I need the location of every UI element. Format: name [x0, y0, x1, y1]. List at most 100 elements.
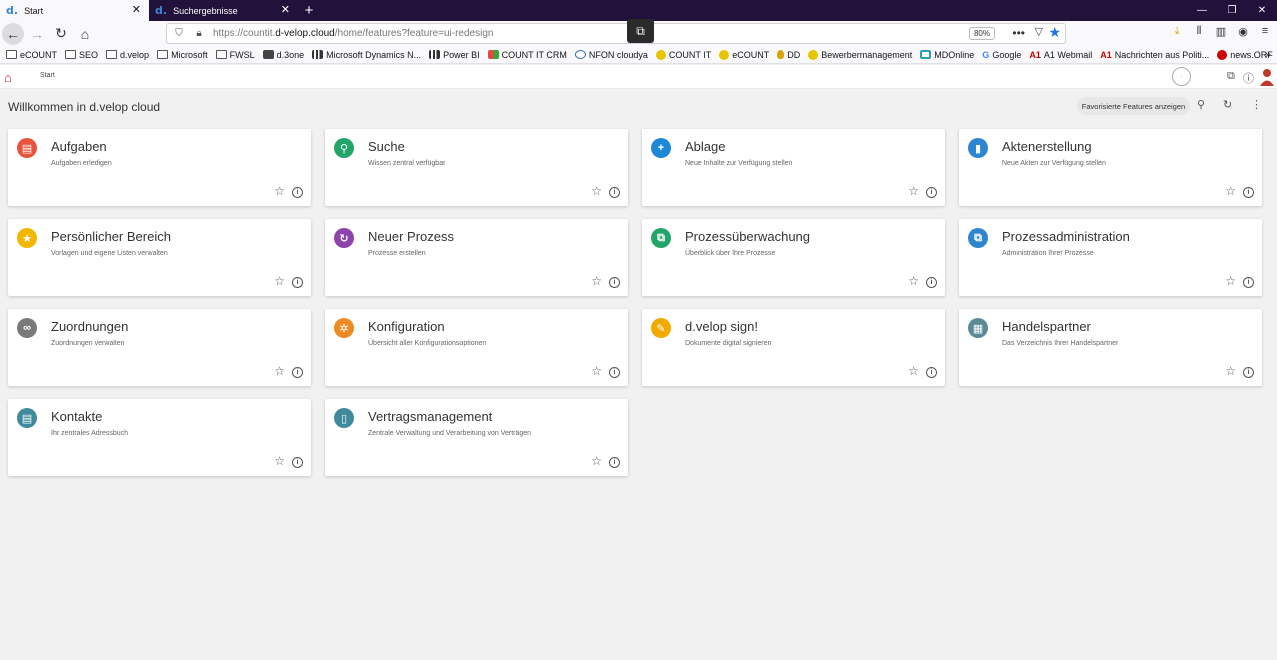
- bookmark-item[interactable]: COUNT IT CRM: [487, 50, 567, 60]
- bookmark-item[interactable]: Bewerbermanagement: [808, 49, 912, 60]
- forward-button[interactable]: →: [26, 23, 48, 45]
- chevron-right-icon[interactable]: »: [1265, 49, 1271, 61]
- bookmark-item[interactable]: FWSL: [215, 50, 255, 60]
- favorite-star-icon[interactable]: ☆: [908, 274, 919, 288]
- favorite-star-icon[interactable]: ☆: [591, 454, 602, 468]
- favorite-star-icon[interactable]: ☆: [274, 274, 285, 288]
- favorite-star-icon[interactable]: ☆: [1225, 274, 1236, 288]
- feature-card[interactable]: + Ablage Neue Inhalte zur Verfügung stelle…: [642, 129, 945, 206]
- favorite-star-icon[interactable]: ☆: [1225, 364, 1236, 378]
- favorite-star-icon[interactable]: ☆: [591, 364, 602, 378]
- feature-card[interactable]: ▯ Vertragsmanagement Zentrale Verwaltung u…: [325, 399, 628, 476]
- info-icon[interactable]: i: [609, 187, 620, 198]
- more-vertical-icon[interactable]: ⋮: [1251, 98, 1262, 111]
- feature-card[interactable]: ✲ Konfiguration Übersicht aller Konfigurat…: [325, 309, 628, 386]
- feature-card[interactable]: ✎ d.velop sign! Dokumente digital signiere…: [642, 309, 945, 386]
- account-icon[interactable]: ◉: [1235, 25, 1251, 38]
- tab-suchergebnisse[interactable]: d. Suchergebnisse ✕: [149, 0, 298, 21]
- back-button[interactable]: ←: [2, 22, 24, 45]
- info-icon[interactable]: i: [609, 367, 620, 378]
- feature-title: Konfiguration: [368, 319, 445, 334]
- feature-card[interactable]: ▤ Aufgaben Aufgaben erledigen ☆ i: [8, 129, 311, 206]
- sidebar-icon[interactable]: ▥: [1213, 25, 1229, 38]
- favorite-star-icon[interactable]: ☆: [1225, 184, 1236, 198]
- info-icon[interactable]: i: [926, 277, 937, 288]
- feature-card[interactable]: ⚲ Suche Wissen zentral verfügbar ☆ i: [325, 129, 628, 206]
- feature-card[interactable]: ∞ Zuordnungen Zuordnungen verwalten ☆ i: [8, 309, 311, 386]
- bookmark-item[interactable]: d.3one: [262, 50, 304, 60]
- browser-tab-strip: d. Start ✕ d. Suchergebnisse ✕ + — ❐ ✕: [0, 0, 1277, 21]
- feature-card[interactable]: ⧉ Prozessüberwachung Überblick über Ihre P…: [642, 219, 945, 296]
- favorite-star-icon[interactable]: ☆: [274, 364, 285, 378]
- favorite-star-icon[interactable]: ☆: [591, 184, 602, 198]
- tab-start[interactable]: d. Start ✕: [0, 0, 149, 21]
- bookmark-item[interactable]: Microsoft: [157, 50, 208, 60]
- zoom-level[interactable]: 80%: [968, 27, 995, 40]
- search-icon[interactable]: ⚲: [1197, 98, 1205, 111]
- bookmark-item[interactable]: eCOUNT: [6, 50, 57, 60]
- close-window-icon[interactable]: ✕: [1247, 0, 1277, 21]
- reload-button[interactable]: ↻: [50, 23, 72, 45]
- favorites-button[interactable]: Favorisierte Features anzeigen: [1077, 97, 1190, 115]
- new-tab-button[interactable]: +: [298, 0, 320, 21]
- bookmark-item[interactable]: Microsoft Dynamics N...: [312, 50, 421, 60]
- download-icon[interactable]: ⤓: [1169, 25, 1185, 38]
- info-icon[interactable]: i: [609, 457, 620, 468]
- info-icon[interactable]: i: [292, 187, 303, 198]
- favorite-star-icon[interactable]: ☆: [908, 184, 919, 198]
- feature-card[interactable]: ▤ Kontakte Ihr zentrales Adressbuch ☆ i: [8, 399, 311, 476]
- info-icon[interactable]: i: [1243, 367, 1254, 378]
- picture-in-picture-icon[interactable]: ⧉: [627, 19, 654, 43]
- favorite-star-icon[interactable]: ☆: [908, 364, 919, 378]
- home-button[interactable]: ⌂: [74, 23, 96, 45]
- minimize-icon[interactable]: —: [1187, 0, 1217, 21]
- feature-card[interactable]: ▦ Handelspartner Das Verzeichnis Ihrer Han…: [959, 309, 1262, 386]
- more-icon[interactable]: •••: [1012, 26, 1025, 40]
- library-icon[interactable]: ⫴: [1191, 25, 1207, 38]
- home-icon[interactable]: ⌂: [4, 70, 12, 85]
- bookmark-item[interactable]: SEO: [65, 50, 98, 60]
- info-icon[interactable]: i: [926, 187, 937, 198]
- bookmark-item[interactable]: NFON cloudya: [574, 50, 648, 60]
- bookmark-item[interactable]: COUNT IT: [655, 49, 711, 60]
- pocket-icon[interactable]: ▽: [1035, 25, 1043, 38]
- bookmark-item[interactable]: d.velop: [106, 50, 149, 60]
- address-bar[interactable]: ⛉ 🔒︎ https://countit.d-velop.cloud/home/…: [166, 23, 1066, 44]
- favorite-star-icon[interactable]: ☆: [274, 184, 285, 198]
- feature-card[interactable]: ⧉ Prozessadministration Administration Ihr…: [959, 219, 1262, 296]
- info-icon[interactable]: i: [1243, 277, 1254, 288]
- favorite-star-icon[interactable]: ☆: [591, 274, 602, 288]
- feature-card[interactable]: ↻ Neuer Prozess Prozesse erstellen ☆ i: [325, 219, 628, 296]
- info-icon[interactable]: i: [292, 277, 303, 288]
- feature-card[interactable]: ★ Persönlicher Bereich Vorlagen und eigene…: [8, 219, 311, 296]
- restore-icon[interactable]: ❐: [1217, 0, 1247, 21]
- info-icon[interactable]: i: [292, 367, 303, 378]
- drop-icon: [777, 50, 785, 59]
- bookmark-item[interactable]: MDOnline: [920, 50, 974, 60]
- bookmark-item[interactable]: eCOUNT: [719, 49, 769, 60]
- shield-icon[interactable]: ⛉: [171, 28, 187, 39]
- info-icon[interactable]: ⓘ: [1243, 70, 1254, 86]
- bookmark-label: SEO: [79, 49, 99, 60]
- window-icon[interactable]: ⧉: [1227, 70, 1235, 83]
- breadcrumb[interactable]: Start: [40, 72, 55, 79]
- info-icon[interactable]: i: [1243, 187, 1254, 198]
- pen-icon: ✎: [651, 318, 671, 338]
- feature-card[interactable]: ▮ Aktenerstellung Neue Akten zur Verfügung…: [959, 129, 1262, 206]
- lock-icon[interactable]: 🔒︎: [191, 28, 207, 39]
- close-icon[interactable]: ✕: [281, 4, 290, 16]
- bookmark-item[interactable]: G Google: [982, 49, 1021, 60]
- favorite-star-icon[interactable]: ☆: [274, 454, 285, 468]
- refresh-icon[interactable]: ↻: [1223, 98, 1232, 111]
- avatar[interactable]: [1259, 68, 1275, 86]
- info-icon[interactable]: i: [292, 457, 303, 468]
- info-icon[interactable]: i: [926, 367, 937, 378]
- bookmark-item[interactable]: A1 Nachrichten aus Politi...: [1100, 50, 1209, 60]
- menu-icon[interactable]: ≡: [1257, 25, 1273, 38]
- info-icon[interactable]: i: [609, 277, 620, 288]
- bookmark-item[interactable]: Power BI: [429, 50, 480, 60]
- close-icon[interactable]: ✕: [132, 4, 141, 16]
- bookmark-item[interactable]: DD: [777, 50, 800, 60]
- bookmark-star-icon[interactable]: ★: [1048, 24, 1061, 41]
- bookmark-item[interactable]: A1 A1 Webmail: [1029, 50, 1092, 60]
